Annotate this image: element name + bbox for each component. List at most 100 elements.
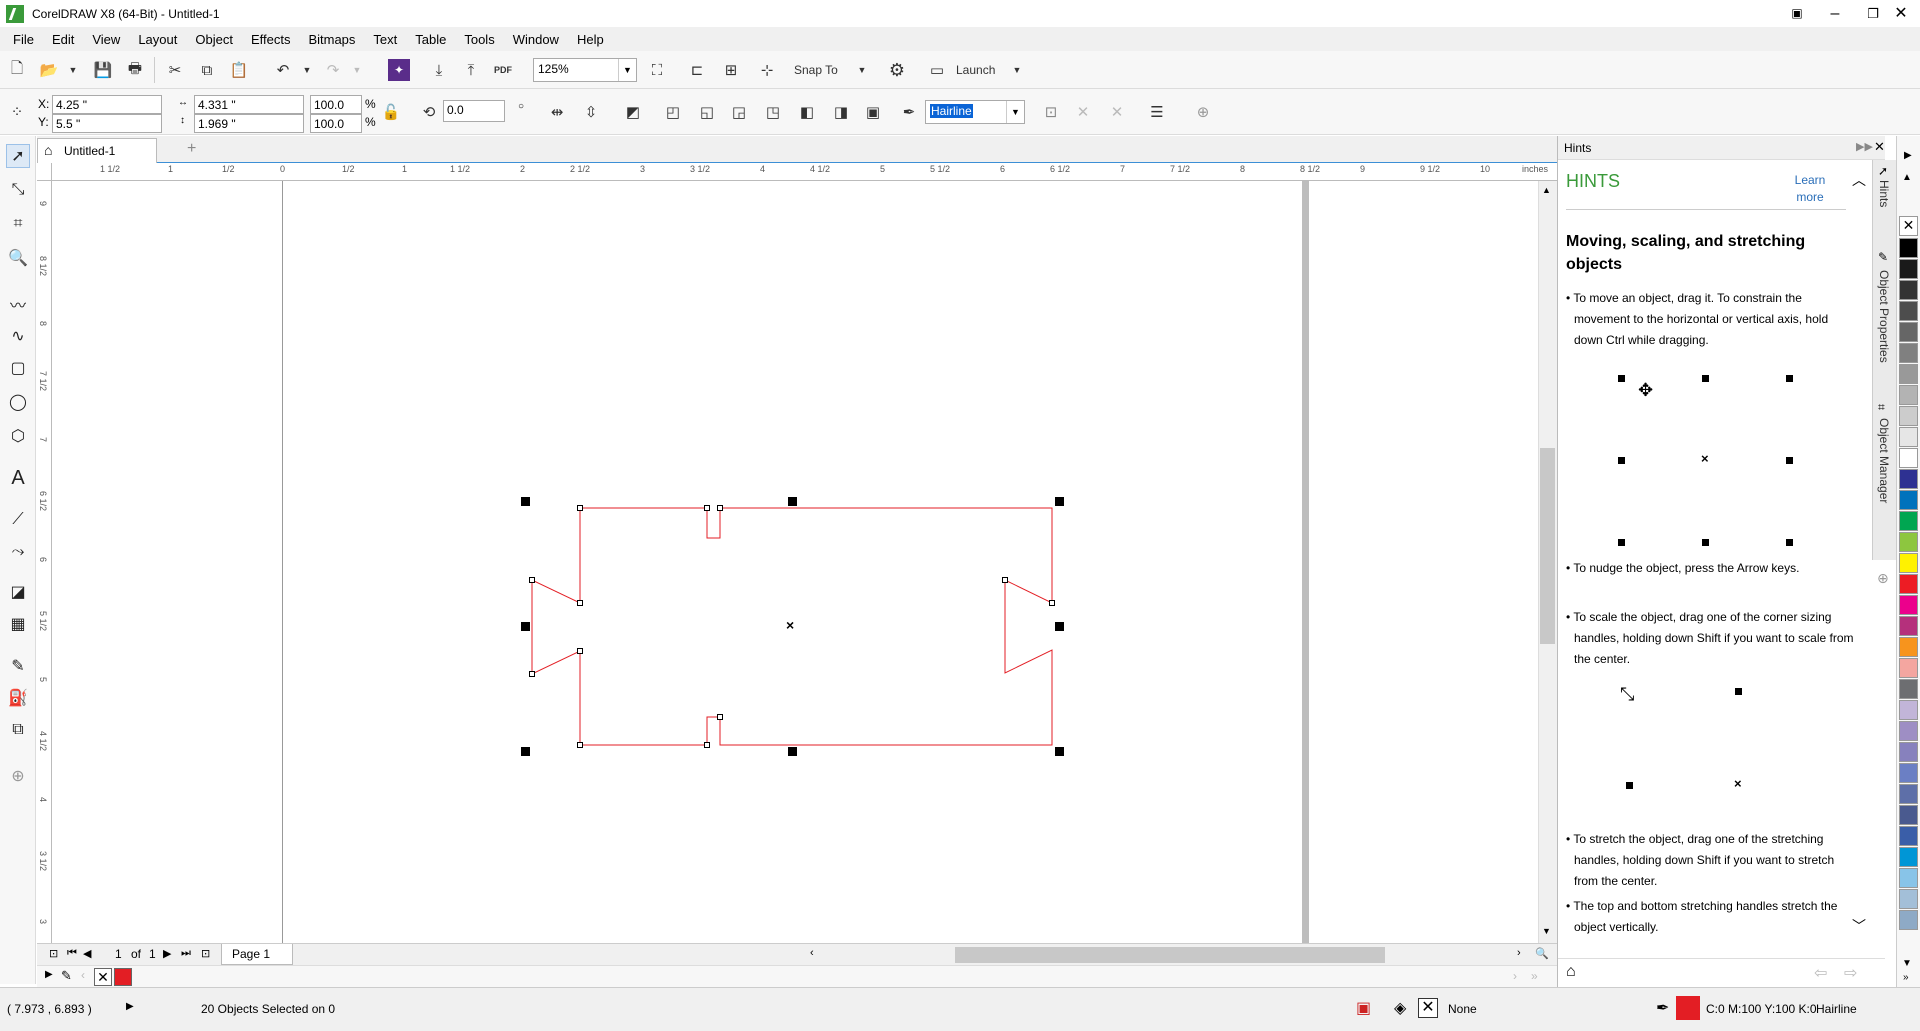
chevron-up-icon[interactable]: ︿: [1852, 170, 1866, 190]
last-page-icon[interactable]: ⏭: [181, 947, 191, 960]
path-node[interactable]: [717, 714, 723, 720]
tab-object-manager[interactable]: Object Manager: [1877, 418, 1891, 503]
chevron-down-icon[interactable]: ﹀: [1852, 916, 1866, 936]
color-swatch[interactable]: [1899, 826, 1918, 846]
color-swatch[interactable]: [1899, 406, 1918, 426]
no-color-swatch[interactable]: ✕: [1899, 216, 1918, 236]
diagram-handle: [1786, 457, 1793, 464]
sizing-handle-top-left[interactable]: [521, 497, 530, 506]
add-page-after-icon[interactable]: ⊡: [201, 947, 210, 960]
home-icon[interactable]: ⌂: [1566, 963, 1576, 981]
color-proof-icon[interactable]: ▣: [1356, 998, 1371, 1018]
color-swatch[interactable]: [1899, 301, 1918, 321]
color-swatch[interactable]: [1899, 763, 1918, 783]
color-swatch[interactable]: [1899, 532, 1918, 552]
palette-expand-icon[interactable]: »: [1903, 972, 1909, 983]
page-tab[interactable]: Page 1: [221, 944, 294, 965]
color-swatch[interactable]: [1899, 364, 1918, 384]
path-node[interactable]: [529, 671, 535, 677]
stretch-handle-top[interactable]: [788, 497, 797, 506]
horizontal-scroll-thumb[interactable]: [955, 947, 1385, 963]
path-node[interactable]: [577, 600, 583, 606]
first-page-icon[interactable]: ⏮: [67, 947, 77, 960]
tab-object-properties[interactable]: Object Properties: [1877, 270, 1891, 363]
status-expand-icon[interactable]: ▶: [126, 1001, 134, 1012]
palette-menu-icon[interactable]: ▶: [1904, 150, 1912, 161]
forward-arrow-icon[interactable]: ⇨: [1844, 963, 1857, 983]
scroll-right-icon[interactable]: ›: [1517, 947, 1521, 959]
path-node[interactable]: [577, 742, 583, 748]
color-swatch[interactable]: [1899, 784, 1918, 804]
vertical-scroll-thumb[interactable]: [1540, 448, 1555, 644]
chevron-up-icon[interactable]: ▲: [1542, 185, 1551, 195]
color-swatch[interactable]: [1899, 847, 1918, 867]
previous-page-icon[interactable]: ◀: [83, 947, 91, 960]
color-swatch[interactable]: [1899, 238, 1918, 258]
center-marker-icon[interactable]: ×: [786, 617, 794, 633]
color-swatch[interactable]: [1899, 448, 1918, 468]
color-swatch[interactable]: [1899, 385, 1918, 405]
eyedropper-icon[interactable]: ✎: [61, 968, 72, 984]
color-swatch[interactable]: [1899, 427, 1918, 447]
color-swatch[interactable]: [1899, 553, 1918, 573]
add-docker-icon[interactable]: ⊕: [1877, 570, 1889, 587]
color-swatch[interactable]: [1899, 595, 1918, 615]
chevron-down-icon[interactable]: ▼: [1902, 958, 1912, 969]
palette-expand-icon[interactable]: »: [1531, 969, 1538, 983]
color-swatch[interactable]: [1899, 868, 1918, 888]
tab-hints[interactable]: Hints: [1877, 180, 1891, 207]
sizing-handle-top-right[interactable]: [1055, 497, 1064, 506]
fill-none-swatch[interactable]: ✕: [1418, 998, 1438, 1018]
path-node[interactable]: [529, 577, 535, 583]
chevron-up-icon[interactable]: ▲: [1902, 172, 1912, 183]
sizing-handle-bottom-left[interactable]: [521, 747, 530, 756]
color-swatch[interactable]: [1899, 511, 1918, 531]
color-swatch[interactable]: [1899, 637, 1918, 657]
zoom-navigator-icon[interactable]: 🔍: [1535, 947, 1549, 960]
path-node[interactable]: [577, 505, 583, 511]
collapse-docker-icon[interactable]: ▶▶: [1856, 140, 1873, 153]
color-swatch[interactable]: [1899, 574, 1918, 594]
color-swatch[interactable]: [1899, 490, 1918, 510]
palette-scroll-right-icon[interactable]: ›: [1513, 969, 1517, 983]
next-page-icon[interactable]: ▶: [163, 947, 171, 960]
color-swatch[interactable]: [1899, 721, 1918, 741]
color-swatch[interactable]: [1899, 343, 1918, 363]
path-node[interactable]: [1002, 577, 1008, 583]
color-swatch[interactable]: [1899, 658, 1918, 678]
chevron-down-icon[interactable]: ▼: [1542, 926, 1551, 936]
color-swatch[interactable]: [1899, 280, 1918, 300]
color-swatch[interactable]: [1899, 616, 1918, 636]
sizing-handle-bottom-right[interactable]: [1055, 747, 1064, 756]
color-swatch[interactable]: [1899, 805, 1918, 825]
path-node[interactable]: [704, 742, 710, 748]
path-node[interactable]: [577, 648, 583, 654]
color-swatch[interactable]: [1899, 259, 1918, 279]
outline-color-swatch[interactable]: [1676, 996, 1700, 1020]
path-node[interactable]: [1049, 600, 1055, 606]
color-swatch[interactable]: [1899, 679, 1918, 699]
path-node[interactable]: [704, 505, 710, 511]
add-page-before-icon[interactable]: ⊡: [49, 947, 58, 960]
palette-scroll-left-icon[interactable]: ‹: [81, 968, 85, 982]
stretch-handle-bottom[interactable]: [788, 747, 797, 756]
color-swatch[interactable]: [1899, 889, 1918, 909]
palette-menu-icon[interactable]: ▶: [45, 969, 53, 980]
scroll-left-icon[interactable]: ‹: [810, 947, 814, 959]
page-current[interactable]: 1: [115, 947, 122, 961]
color-swatch[interactable]: [1899, 322, 1918, 342]
color-swatch[interactable]: [1899, 910, 1918, 930]
learn-more-link[interactable]: Learn more: [1784, 172, 1836, 206]
status-bar: ( 7.973 , 6.893 ) ▶ 20 Objects Selected …: [0, 987, 1920, 1031]
no-color-swatch[interactable]: ✕: [94, 968, 112, 986]
stretch-handle-right[interactable]: [1055, 622, 1064, 631]
hints-tab-icon: ➚: [1878, 164, 1889, 178]
color-swatch[interactable]: [1899, 700, 1918, 720]
red-swatch[interactable]: [114, 968, 132, 986]
back-arrow-icon[interactable]: ⇦: [1814, 963, 1827, 983]
path-node[interactable]: [717, 505, 723, 511]
close-docker-icon[interactable]: ✕: [1874, 139, 1885, 155]
stretch-handle-left[interactable]: [521, 622, 530, 631]
color-swatch[interactable]: [1899, 469, 1918, 489]
color-swatch[interactable]: [1899, 742, 1918, 762]
